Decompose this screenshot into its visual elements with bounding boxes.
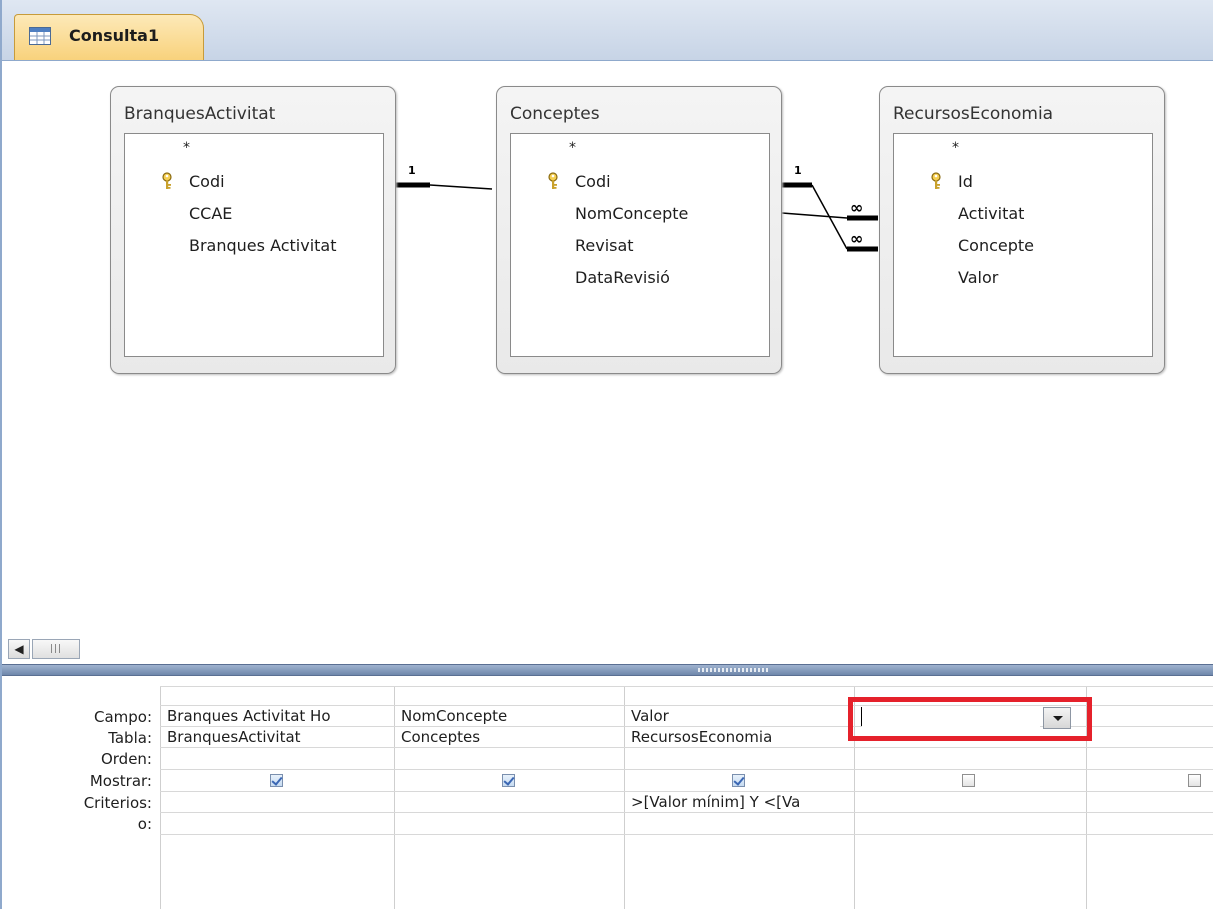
row-label-orden: Orden: (100, 750, 152, 768)
grid-row-divider (160, 791, 1213, 792)
field-revisat[interactable]: Revisat (575, 236, 634, 255)
pane-splitter[interactable] (2, 664, 1213, 676)
field-all[interactable]: * (183, 140, 190, 156)
grid-row-divider (160, 686, 1213, 687)
join-many-label: ∞ (850, 198, 863, 217)
join-one-label: 1 (794, 164, 802, 177)
field-concepte[interactable]: Concepte (958, 236, 1034, 255)
cell-tabla[interactable]: BranquesActivitat (167, 728, 393, 746)
field-list[interactable]: * Codi CCAE Branques Activitat (124, 133, 384, 357)
primary-key-icon (548, 172, 558, 189)
field-all[interactable]: * (952, 140, 959, 156)
cell-mostrar-checkbox[interactable] (1188, 774, 1201, 787)
grid-row-labels: Campo: Tabla: Orden: Mostrar: Criterios:… (2, 676, 160, 909)
field-list[interactable]: * Codi NomConcepte Revisat DataRevisió (510, 133, 770, 357)
highlight-box (848, 697, 1092, 741)
field-ccae[interactable]: CCAE (189, 204, 232, 223)
primary-key-icon (162, 172, 172, 189)
field-list-recursoseconomia[interactable]: RecursosEconomia * Id Activitat Concepte… (879, 86, 1165, 374)
cell-campo[interactable]: Valor (631, 707, 853, 725)
join-line (781, 212, 848, 219)
join-one-label: 1 (408, 164, 416, 177)
query-design-area[interactable]: 1 1 ∞ ∞ BranquesActivitat * Codi CCAE Br… (2, 61, 1213, 635)
splitter-grip[interactable] (698, 668, 768, 672)
field-valor[interactable]: Valor (958, 268, 998, 287)
join-line (429, 184, 493, 190)
scroll-thumb[interactable]: ||| (32, 639, 80, 659)
grid-column-divider[interactable] (160, 686, 161, 909)
row-label-tabla: Tabla: (108, 729, 152, 747)
row-label-o: o: (137, 815, 152, 833)
query-icon (29, 27, 51, 45)
cell-tabla[interactable]: RecursosEconomia (631, 728, 853, 746)
design-horizontal-scrollbar[interactable]: ◀ ||| (2, 635, 1213, 663)
field-all[interactable]: * (569, 140, 576, 156)
grid-column-divider[interactable] (394, 686, 395, 909)
field-id[interactable]: Id (958, 172, 973, 191)
field-list-branquesactivitat[interactable]: BranquesActivitat * Codi CCAE Branques A… (110, 86, 396, 374)
grid-row-divider (160, 812, 1213, 813)
table-title: RecursosEconomia (893, 104, 1054, 124)
row-label-campo: Campo: (93, 708, 152, 726)
grid-row-divider (160, 769, 1213, 770)
primary-key-icon (931, 172, 941, 189)
grid-column-divider[interactable] (624, 686, 625, 909)
grid-row-divider (160, 747, 1213, 748)
field-codi[interactable]: Codi (575, 172, 611, 191)
row-label-criterios: Criterios: (83, 794, 152, 812)
field-activitat[interactable]: Activitat (958, 204, 1024, 223)
tab-label: Consulta1 (69, 26, 160, 45)
cell-mostrar-checkbox[interactable] (962, 774, 975, 787)
cell-criterios[interactable]: >[Valor mínim] Y <[Va (631, 793, 853, 811)
document-tab-bar: Consulta1 (2, 0, 1213, 61)
table-title: Conceptes (510, 104, 600, 124)
field-nomconcepte[interactable]: NomConcepte (575, 204, 688, 223)
join-many-label: ∞ (850, 229, 863, 248)
row-label-mostrar: Mostrar: (89, 772, 152, 790)
field-branques-activitat[interactable]: Branques Activitat (189, 236, 337, 255)
cell-mostrar-checkbox[interactable] (502, 774, 515, 787)
cell-campo[interactable]: Branques Activitat Ho (167, 707, 393, 725)
field-codi[interactable]: Codi (189, 172, 225, 191)
grid-row-divider (160, 834, 1213, 835)
tab-consulta1[interactable]: Consulta1 (14, 14, 204, 60)
scroll-left-icon[interactable]: ◀ (8, 639, 30, 659)
cell-mostrar-checkbox[interactable] (732, 774, 745, 787)
cell-mostrar-checkbox[interactable] (270, 774, 283, 787)
field-list[interactable]: * Id Activitat Concepte Valor (893, 133, 1153, 357)
field-datarevisio[interactable]: DataRevisió (575, 268, 670, 287)
cell-tabla[interactable]: Conceptes (401, 728, 623, 746)
table-title: BranquesActivitat (124, 104, 276, 124)
field-list-conceptes[interactable]: Conceptes * Codi NomConcepte Revisat Dat… (496, 86, 782, 374)
cell-campo[interactable]: NomConcepte (401, 707, 623, 725)
